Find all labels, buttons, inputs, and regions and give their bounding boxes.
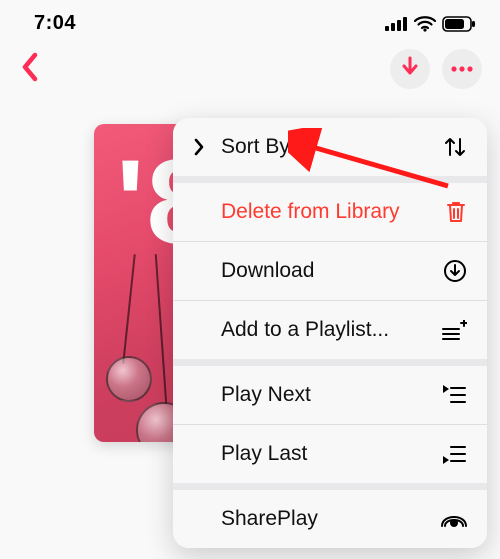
status-time: 7:04 (34, 12, 76, 35)
menu-item-label: Add to a Playlist... (221, 318, 389, 342)
ellipsis-icon (450, 60, 474, 78)
menu-item-label: Delete from Library (221, 200, 400, 224)
more-button[interactable] (442, 49, 482, 89)
back-button[interactable] (12, 51, 48, 87)
play-next-icon (441, 383, 467, 407)
menu-item-label: SharePlay (221, 507, 318, 531)
chevron-right-icon (193, 138, 207, 156)
nav-bar (0, 41, 500, 89)
cellular-icon (385, 17, 408, 31)
menu-play-next[interactable]: Play Next (173, 366, 487, 425)
menu-item-label: Download (221, 259, 314, 283)
shareplay-icon (441, 507, 467, 531)
status-indicators (385, 16, 476, 32)
download-icon (441, 259, 467, 283)
play-last-icon (441, 442, 467, 466)
sort-icon (441, 135, 467, 159)
menu-item-label: Play Next (221, 383, 311, 407)
add-to-playlist-icon (441, 318, 467, 342)
download-arrow-icon (400, 56, 420, 83)
menu-sort-by[interactable]: Sort By (173, 118, 487, 183)
status-bar: 7:04 (0, 0, 500, 41)
menu-delete-from-library[interactable]: Delete from Library (173, 183, 487, 242)
menu-item-label: Sort By (221, 135, 290, 159)
menu-shareplay[interactable]: SharePlay (173, 490, 487, 548)
menu-play-last[interactable]: Play Last (173, 425, 487, 490)
battery-icon (442, 16, 476, 32)
menu-item-label: Play Last (221, 442, 307, 466)
download-all-button[interactable] (390, 49, 430, 89)
trash-icon (441, 200, 467, 224)
wifi-icon (414, 16, 436, 32)
context-menu: Sort By Delete from Library Download Add… (173, 118, 487, 548)
menu-download[interactable]: Download (173, 242, 487, 301)
chevron-left-icon (20, 52, 40, 87)
menu-add-to-playlist[interactable]: Add to a Playlist... (173, 301, 487, 366)
